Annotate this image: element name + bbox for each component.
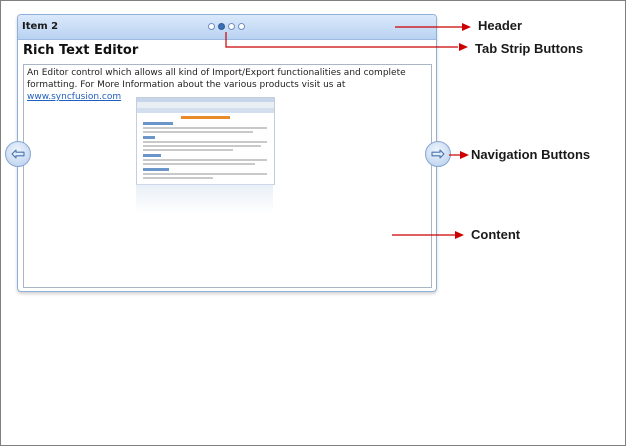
tab-strip-callout-arrow bbox=[225, 32, 468, 51]
previous-button[interactable] bbox=[5, 141, 31, 167]
tab-strip-button-3[interactable] bbox=[228, 23, 235, 30]
content-callout-arrow bbox=[392, 231, 464, 239]
editor-preview-image bbox=[136, 97, 275, 185]
navigation-callout-arrow bbox=[449, 151, 469, 159]
content-callout-label: Content bbox=[471, 227, 521, 242]
tab-strip-button-2[interactable] bbox=[218, 23, 225, 30]
website-link[interactable]: www.syncfusion.com bbox=[27, 92, 121, 102]
tab-strip-button-1[interactable] bbox=[208, 23, 215, 30]
navigation-callout-label: Navigation Buttons bbox=[471, 147, 591, 162]
preview-reflection bbox=[136, 184, 273, 214]
tab-panel: Item 2 Rich Text Editor An Editor contro… bbox=[17, 14, 437, 292]
next-button[interactable] bbox=[425, 141, 451, 167]
content-description-text: An Editor control which allows all kind … bbox=[27, 68, 406, 90]
header-title: Item 2 bbox=[22, 21, 59, 32]
tab-strip-buttons bbox=[208, 23, 245, 30]
header-callout-label: Header bbox=[478, 18, 523, 33]
arrow-left-icon bbox=[11, 149, 25, 159]
content-title: Rich Text Editor bbox=[23, 43, 139, 58]
tab-strip-callout-label: Tab Strip Buttons bbox=[475, 41, 584, 56]
arrow-right-icon bbox=[431, 149, 445, 159]
content-area: An Editor control which allows all kind … bbox=[23, 64, 432, 288]
tab-strip-button-4[interactable] bbox=[238, 23, 245, 30]
